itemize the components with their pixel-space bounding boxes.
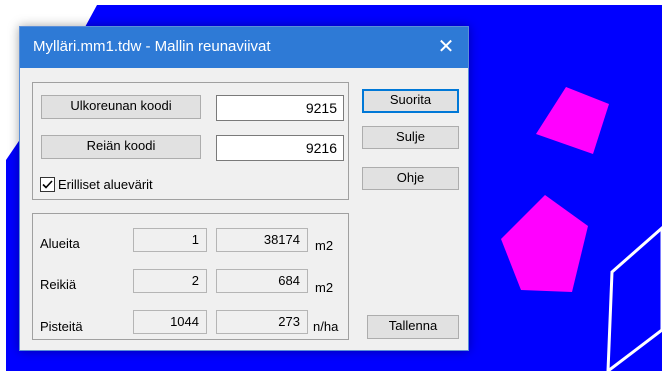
help-button-label: Ohje (396, 170, 425, 185)
points-count: 1044 (133, 310, 207, 334)
close-icon[interactable]: ✕ (424, 27, 468, 68)
points-density: 273 (216, 310, 308, 334)
hole-code-field[interactable]: 9216 (216, 135, 344, 161)
checkmark-icon (42, 180, 53, 189)
save-button-label: Tallenna (388, 318, 438, 333)
separate-colors-label[interactable]: Erilliset aluevärit (58, 177, 153, 192)
run-button[interactable]: Suorita (362, 89, 459, 113)
separate-colors-checkbox[interactable] (40, 177, 55, 192)
outer-code-button-label: Ulkoreunan koodi (70, 98, 172, 113)
run-button-label: Suorita (389, 92, 432, 107)
areas-label: Alueita (40, 236, 80, 251)
areas-count: 1 (133, 228, 207, 252)
points-label: Pisteitä (40, 319, 83, 334)
holes-count: 2 (133, 269, 207, 293)
outer-code-button[interactable]: Ulkoreunan koodi (41, 95, 201, 119)
save-button[interactable]: Tallenna (367, 315, 459, 339)
hole-code-button-label: Reiän koodi (86, 138, 156, 153)
close-button-label: Sulje (396, 129, 425, 144)
areas-value: 38174 (216, 228, 308, 252)
help-button[interactable]: Ohje (362, 167, 459, 190)
model-boundaries-dialog: Mylläri.mm1.tdw - Mallin reunaviivat ✕ U… (19, 26, 469, 351)
holes-label: Reikiä (40, 277, 77, 292)
close-button[interactable]: Sulje (362, 126, 459, 149)
areas-unit: m2 (315, 238, 334, 253)
points-unit: n/ha (313, 319, 339, 334)
holes-value: 684 (216, 269, 308, 293)
dialog-titlebar[interactable]: Mylläri.mm1.tdw - Mallin reunaviivat ✕ (20, 27, 468, 68)
holes-unit: m2 (315, 280, 334, 295)
dialog-title: Mylläri.mm1.tdw - Mallin reunaviivat (33, 38, 271, 55)
outer-code-field[interactable]: 9215 (216, 95, 344, 121)
hole-code-button[interactable]: Reiän koodi (41, 135, 201, 159)
